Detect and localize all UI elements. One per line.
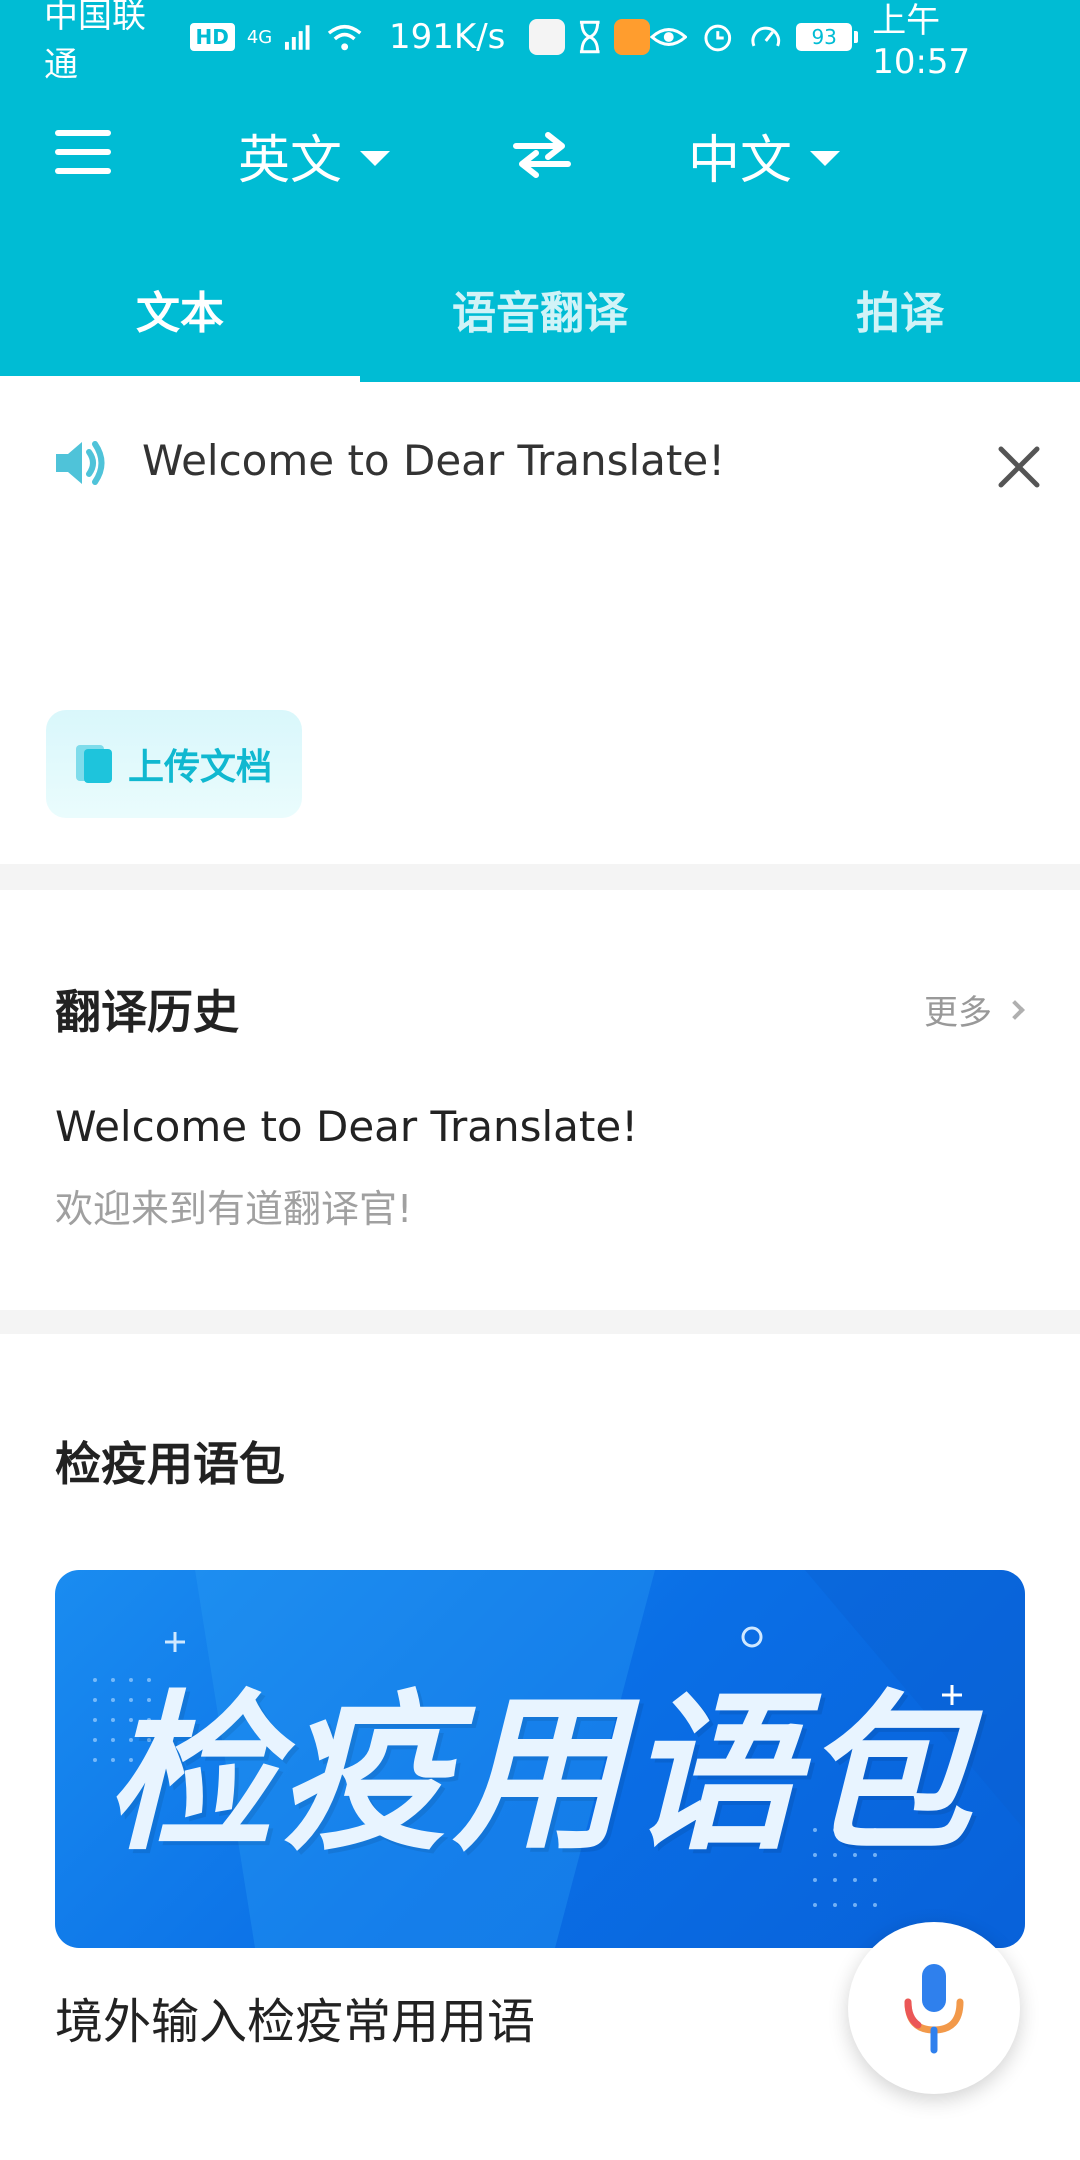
- carrier-label: 中国联通: [44, 0, 146, 85]
- tab-voice-translate[interactable]: 语音翻译: [360, 268, 720, 382]
- speaker-icon[interactable]: [52, 434, 110, 492]
- clock: 上午10:57: [872, 0, 971, 82]
- history-more-link[interactable]: 更多: [924, 985, 1025, 1034]
- chevron-right-icon: [1005, 999, 1025, 1020]
- source-language-label: 英文: [238, 131, 343, 191]
- upload-document-label: 上传文档: [128, 747, 273, 788]
- input-text[interactable]: Welcome to Dear Translate!: [142, 436, 725, 485]
- history-item-source[interactable]: Welcome to Dear Translate!: [55, 1102, 638, 1151]
- document-icon: [76, 745, 112, 783]
- notification-app-icon: [529, 19, 565, 55]
- network-speed: 191K/s: [389, 17, 506, 57]
- phrasebook-banner[interactable]: 检疫用语包: [55, 1570, 1025, 1948]
- notification-app-icon: [614, 19, 650, 55]
- status-bar: 中国联通 HD 4G 191K/s 93 上午10:57: [0, 0, 1080, 85]
- eye-icon: [649, 28, 688, 46]
- more-label: 更多: [924, 993, 992, 1033]
- hourglass-icon: [579, 20, 600, 54]
- input-card: Welcome to Dear Translate! 上传文档: [0, 382, 1080, 864]
- history-card: 翻译历史 更多 Welcome to Dear Translate! 欢迎来到有…: [0, 890, 1080, 1310]
- network-type: 4G: [246, 26, 273, 48]
- voice-input-button[interactable]: [848, 1922, 1020, 2094]
- battery-indicator: 93: [796, 23, 859, 51]
- history-item-translation[interactable]: 欢迎来到有道翻译官!: [55, 1178, 412, 1233]
- battery-level: 93: [796, 23, 853, 51]
- history-title: 翻译历史: [55, 985, 239, 1039]
- tab-photo-translate[interactable]: 拍译: [720, 268, 1080, 382]
- menu-icon[interactable]: [55, 130, 111, 174]
- hd-badge: HD: [189, 23, 235, 51]
- mic-icon: [904, 1964, 964, 2054]
- tab-text[interactable]: 文本: [0, 268, 360, 382]
- app-header: 中国联通 HD 4G 191K/s 93 上午10:57 英文 中文 文本 语音…: [0, 0, 1080, 382]
- phrasebook-subtitle[interactable]: 境外输入检疫常用用语: [55, 1982, 535, 2052]
- swap-icon[interactable]: [510, 130, 574, 178]
- speedometer-icon: [751, 26, 780, 47]
- upload-document-button[interactable]: 上传文档: [46, 710, 302, 818]
- app-root: 中国联通 HD 4G 191K/s 93 上午10:57 英文 中文 文本 语音…: [0, 0, 1080, 2160]
- chevron-down-icon: [810, 151, 841, 166]
- banner-title: 检疫用语包: [104, 1676, 975, 1874]
- language-toolbar: 英文 中文: [0, 90, 1080, 220]
- phrasebook-title: 检疫用语包: [55, 1437, 285, 1491]
- status-left: 中国联通 HD 4G 191K/s: [44, 0, 650, 86]
- target-language-selector[interactable]: 中文: [688, 118, 841, 193]
- mode-tabs: 文本 语音翻译 拍译: [0, 268, 1080, 382]
- signal-icon: [285, 25, 310, 50]
- wifi-icon: [327, 24, 362, 51]
- status-right: 93 上午10:57: [649, 0, 1036, 82]
- target-language-label: 中文: [688, 131, 793, 191]
- alarm-icon: [704, 24, 732, 52]
- source-language-selector[interactable]: 英文: [238, 118, 391, 193]
- chevron-down-icon: [360, 151, 391, 166]
- close-icon[interactable]: [996, 444, 1042, 490]
